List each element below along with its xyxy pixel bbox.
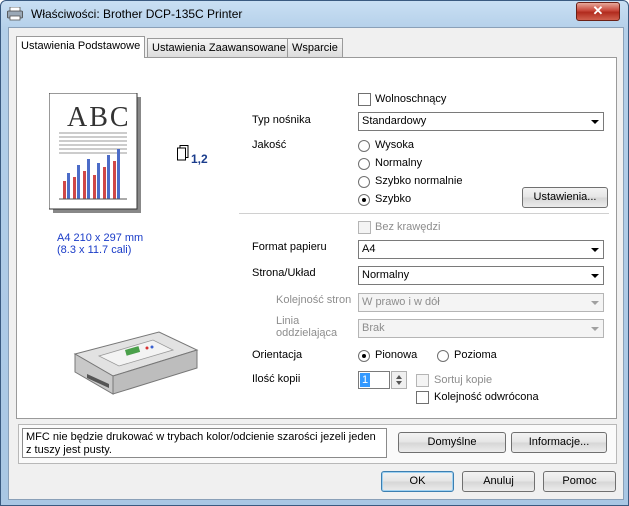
window-title: Właściwości: Brother DCP-135C Printer — [31, 7, 243, 21]
close-button[interactable]: ✕ — [576, 2, 620, 21]
dialog-client-area: Ustawienia Podstawowe Ustawienia Zaawans… — [8, 27, 624, 500]
document-preview-text: ABC — [67, 102, 131, 133]
chevron-down-icon — [587, 294, 603, 311]
close-icon: ✕ — [592, 3, 604, 18]
printer-icon — [7, 7, 23, 21]
orientation-portrait-label: Pionowa — [375, 349, 418, 361]
border-line-select[interactable]: Brak — [358, 319, 604, 338]
wolnoschnacy-label: Wolnoschnący — [375, 93, 447, 105]
page-order-value: W prawo i w dół — [362, 296, 440, 308]
tab-basic-settings[interactable]: Ustawienia Podstawowe — [16, 36, 146, 58]
orientation-landscape-label: Pozioma — [454, 349, 497, 361]
tab-label: Wsparcie — [292, 42, 338, 54]
title-bar[interactable]: Właściwości: Brother DCP-135C Printer ✕ — [1, 1, 628, 27]
border-line-value: Brak — [362, 322, 385, 334]
borderless-checkbox[interactable] — [358, 221, 371, 234]
button-label: OK — [409, 475, 426, 487]
tab-support[interactable]: Wsparcie — [287, 38, 343, 57]
copies-badge: 1,2 — [191, 152, 208, 166]
quality-radio-normal[interactable] — [358, 158, 370, 170]
quality-option-label: Normalny — [375, 157, 423, 169]
copies-icon — [177, 145, 189, 161]
quality-radio-fast-normal[interactable] — [358, 176, 370, 188]
copies-value: 1 — [360, 373, 371, 387]
spinner-arrows-icon — [396, 375, 402, 385]
ink-info-message: MFC nie będzie drukować w trybach kolor/… — [22, 428, 387, 458]
copies-input[interactable]: 1 — [358, 371, 390, 389]
tab-label: Ustawienia Zaawansowane — [152, 42, 286, 54]
media-type-select[interactable]: Standardowy — [358, 112, 604, 131]
chevron-down-icon — [587, 113, 603, 130]
paper-format-select[interactable]: A4 — [358, 240, 604, 259]
button-label: Domyślne — [427, 436, 477, 448]
reverse-order-checkbox[interactable] — [416, 391, 429, 404]
quality-option-label: Szybko normalnie — [375, 175, 463, 187]
borderless-label: Bez krawędzi — [375, 221, 441, 233]
orientation-landscape-radio[interactable] — [437, 350, 449, 362]
border-line-label-2: oddzielająca — [276, 327, 338, 339]
collate-label: Sortuj kopie — [434, 374, 493, 386]
wolnoschnacy-checkbox[interactable] — [358, 93, 371, 106]
button-label: Informacje... — [528, 436, 590, 448]
chevron-down-icon — [587, 320, 603, 337]
defaults-button[interactable]: Domyślne — [398, 432, 506, 453]
paper-format-label: Format papieru — [252, 241, 327, 253]
separator — [239, 213, 609, 214]
button-label: Anuluj — [483, 475, 514, 487]
reverse-order-label: Kolejność odwrócona — [434, 391, 539, 403]
button-label: Ustawienia... — [533, 191, 597, 203]
quality-settings-button[interactable]: Ustawienia... — [522, 187, 608, 208]
page-layout-label: Strona/Układ — [252, 267, 316, 279]
paper-format-value: A4 — [362, 243, 376, 255]
paper-size-line1: A4 210 x 297 mm — [57, 232, 144, 244]
quality-label: Jakość — [252, 139, 287, 151]
paper-size-line2: (8.3 x 11.7 cali) — [57, 244, 132, 256]
quality-radio-fast[interactable] — [358, 194, 370, 206]
help-button[interactable]: Pomoc — [543, 471, 616, 492]
basic-settings-panel: ABC 1,2 A4 210 x 297 mm (8.3 x 11.7 cali… — [16, 57, 617, 419]
tab-label: Ustawienia Podstawowe — [21, 40, 141, 52]
chevron-down-icon — [587, 241, 603, 258]
cancel-button[interactable]: Anuluj — [462, 471, 535, 492]
copies-spinner[interactable] — [391, 371, 407, 389]
page-order-label: Kolejność stron — [276, 294, 352, 306]
printer-properties-window: Właściwości: Brother DCP-135C Printer ✕ … — [0, 0, 629, 506]
orientation-label: Orientacja — [252, 349, 303, 361]
copies-count-label: Ilość kopii — [252, 373, 301, 385]
media-type-label: Typ nośnika — [252, 114, 311, 126]
collate-checkbox[interactable] — [416, 374, 429, 387]
media-type-value: Standardowy — [362, 115, 427, 127]
printer-illustration-icon — [73, 331, 199, 395]
information-button[interactable]: Informacje... — [511, 432, 607, 453]
quality-radio-high[interactable] — [358, 140, 370, 152]
chevron-down-icon — [587, 267, 603, 284]
ok-button[interactable]: OK — [381, 471, 454, 492]
page-layout-select[interactable]: Normalny — [358, 266, 604, 285]
quality-option-label: Szybko — [375, 193, 412, 205]
button-label: Pomoc — [562, 475, 597, 487]
quality-option-label: Wysoka — [375, 139, 415, 151]
page-layout-value: Normalny — [362, 269, 410, 281]
tab-advanced-settings[interactable]: Ustawienia Zaawansowane — [147, 38, 291, 57]
orientation-portrait-radio[interactable] — [358, 350, 370, 362]
border-line-label-1: Linia — [276, 315, 300, 327]
page-order-select[interactable]: W prawo i w dół — [358, 293, 604, 312]
